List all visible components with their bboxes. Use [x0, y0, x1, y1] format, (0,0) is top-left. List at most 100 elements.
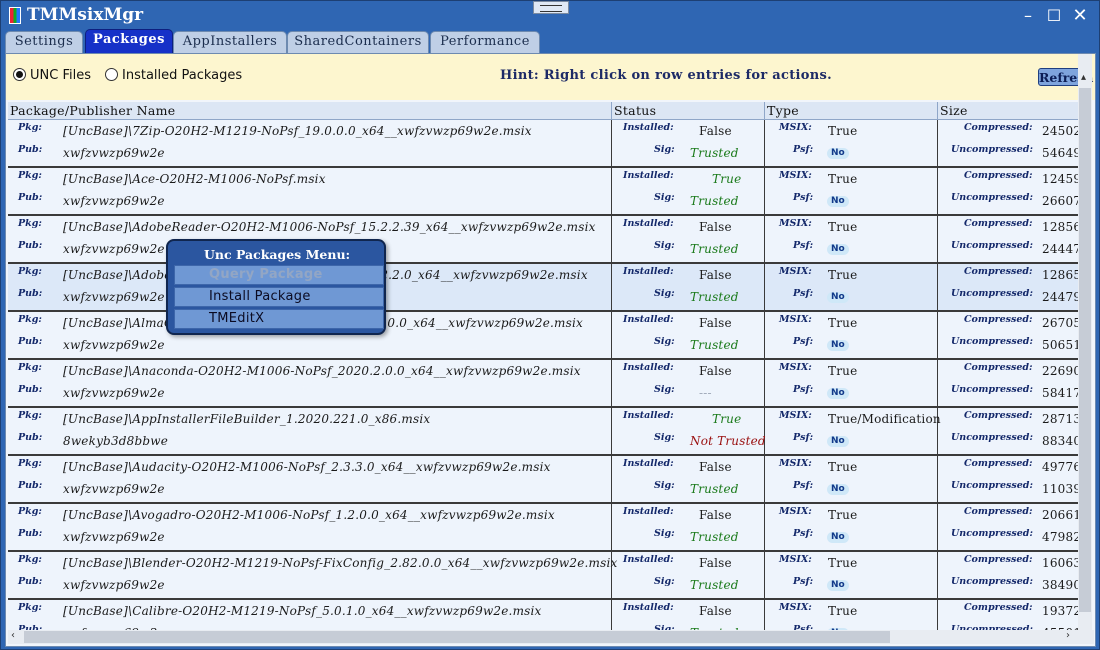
- table-row[interactable]: Pkg: [UncBase]\Audacity-O20H2-M1006-NoPsf…: [8, 456, 1080, 504]
- sig-label: Sig:: [654, 192, 675, 203]
- tab-packages[interactable]: Packages: [85, 29, 173, 53]
- cell-type[interactable]: MSIX:TruePsf:No: [765, 120, 938, 166]
- cell-type[interactable]: MSIX:TruePsf:No: [765, 216, 938, 262]
- table-row[interactable]: Pkg: [UncBase]\Blender-O20H2-M1219-NoPsf-…: [8, 552, 1080, 600]
- radio-selected-icon[interactable]: [13, 68, 26, 81]
- cell-status[interactable]: Installed:FalseSig:Trusted: [612, 552, 765, 598]
- vertical-scroll-thumb[interactable]: [1079, 88, 1091, 612]
- table-row[interactable]: Pkg: [UncBase]\Ace-O20H2-M1006-NoPsf.msix…: [8, 168, 1080, 216]
- col-header-status[interactable]: Status: [612, 102, 765, 120]
- cell-status[interactable]: Installed:FalseSig:Trusted: [612, 600, 765, 630]
- compressed-label: Compressed:: [964, 170, 1033, 181]
- cell-package-name[interactable]: Pkg: [UncBase]\Audacity-O20H2-M1006-NoPsf…: [8, 456, 612, 502]
- pkg-label: Pkg:: [18, 506, 42, 517]
- cell-type[interactable]: MSIX:TruePsf:No: [765, 552, 938, 598]
- cell-size[interactable]: Compressed: 20661 Uncompressed: 47982: [938, 504, 1080, 550]
- pub-label: Pub:: [18, 288, 43, 299]
- radio-unc-files[interactable]: UNC Files: [13, 68, 91, 86]
- cell-type[interactable]: MSIX:TruePsf:No: [765, 168, 938, 214]
- cell-status[interactable]: Installed:FalseSig:Trusted: [612, 456, 765, 502]
- horizontal-scroll-thumb[interactable]: [24, 631, 890, 643]
- cell-package-name[interactable]: Pkg: [UncBase]\Calibre-O20H2-M1219-NoPsf_…: [8, 600, 612, 630]
- context-menu-title: Unc Packages Menu:: [204, 247, 351, 262]
- psf-badge: No: [827, 340, 849, 351]
- packages-grid: Package/Publisher Name Status Type Size …: [8, 102, 1094, 630]
- cell-package-name[interactable]: Pkg: [UncBase]\Anaconda-O20H2-M1006-NoPsf…: [8, 360, 612, 406]
- tab-settings[interactable]: Settings: [5, 31, 83, 53]
- cell-type[interactable]: MSIX:TruePsf:No: [765, 264, 938, 310]
- cell-size[interactable]: Compressed: 160634 Uncompressed: 384901: [938, 552, 1080, 598]
- title-bar[interactable]: TMMsixMgr – ☐ ✕: [1, 1, 1099, 31]
- cell-status[interactable]: Installed:FalseSig:Trusted: [612, 120, 765, 166]
- col-header-name[interactable]: Package/Publisher Name: [8, 102, 612, 120]
- cell-type[interactable]: MSIX: True/Modification Psf: No: [765, 408, 941, 454]
- cell-size[interactable]: Compressed: 28713 Uncompressed: 88340: [938, 408, 1080, 454]
- col-header-size[interactable]: Size: [938, 102, 1080, 120]
- menu-item-tmeditx[interactable]: TMEditX: [174, 309, 384, 329]
- table-row[interactable]: Pkg: [UncBase]\AppInstallerFileBuilder_1.…: [8, 408, 1080, 456]
- tab-performance[interactable]: Performance: [430, 31, 540, 53]
- pub-label: Pub:: [18, 480, 43, 491]
- cell-type[interactable]: MSIX:TruePsf:No: [765, 312, 938, 358]
- maximize-button[interactable]: ☐: [1043, 6, 1065, 26]
- minimize-button[interactable]: –: [1017, 6, 1039, 26]
- cell-status[interactable]: Installed: True Sig: Not Trusted: [612, 408, 766, 454]
- cell-size[interactable]: Compressed: 12459 Uncompressed: 26607: [938, 168, 1080, 214]
- cell-package-name[interactable]: Pkg: [UncBase]\Avogadro-O20H2-M1006-NoPsf…: [8, 504, 612, 550]
- msix-value: True: [828, 364, 858, 378]
- installed-label: Installed:: [623, 410, 674, 421]
- radio-unselected-icon[interactable]: [105, 68, 118, 81]
- scroll-right-icon[interactable]: ›: [1066, 630, 1070, 641]
- table-row[interactable]: Pkg: [UncBase]\Calibre-O20H2-M1219-NoPsf_…: [8, 600, 1080, 630]
- cell-status[interactable]: Installed:FalseSig:Trusted: [612, 216, 765, 262]
- package-filename: [UncBase]\Avogadro-O20H2-M1006-NoPsf_1.2…: [63, 508, 555, 522]
- cell-status[interactable]: Installed:FalseSig:Trusted: [612, 504, 765, 550]
- pub-label: Pub:: [18, 384, 43, 395]
- publisher-id: xwfzvwzp69w2e: [63, 290, 165, 304]
- signature-status: Trusted: [690, 290, 739, 304]
- compressed-label: Compressed:: [964, 314, 1033, 325]
- sig-label: Sig:: [654, 432, 675, 443]
- cell-package-name[interactable]: Pkg: [UncBase]\Blender-O20H2-M1219-NoPsf-…: [8, 552, 617, 598]
- cell-size[interactable]: Compressed: 245024 Uncompressed: 546496: [938, 120, 1080, 166]
- app-icon: [9, 7, 21, 24]
- close-button[interactable]: ✕: [1069, 6, 1091, 26]
- cell-type[interactable]: MSIX:TruePsf:No: [765, 600, 938, 630]
- cell-package-name[interactable]: Pkg: [UncBase]\7Zip-O20H2-M1219-NoPsf_19.…: [8, 120, 612, 166]
- horizontal-scrollbar[interactable]: ‹ ›: [8, 630, 1094, 644]
- publisher-id: xwfzvwzp69w2e: [63, 578, 165, 592]
- col-header-type[interactable]: Type: [765, 102, 938, 120]
- tab-appinstallers[interactable]: AppInstallers: [173, 31, 287, 53]
- cell-type[interactable]: MSIX:TruePsf:No: [765, 456, 938, 502]
- menu-item-install-package[interactable]: Install Package: [174, 287, 384, 307]
- cell-status[interactable]: Installed:FalseSig:Trusted: [612, 264, 765, 310]
- cell-size[interactable]: Compressed: 128651 Uncompressed: 244795: [938, 264, 1080, 310]
- installed-value: False: [699, 268, 732, 282]
- publisher-id: xwfzvwzp69w2e: [63, 194, 165, 208]
- cell-size[interactable]: Compressed:193723Uncompressed:455012: [938, 600, 1080, 630]
- scroll-left-icon[interactable]: ‹: [11, 630, 15, 641]
- cell-status[interactable]: Installed: True Sig: Trusted: [612, 168, 765, 214]
- cell-size[interactable]: Compressed: 49776 Uncompressed: 110394: [938, 456, 1080, 502]
- cell-package-name[interactable]: Pkg: [UncBase]\Ace-O20H2-M1006-NoPsf.msix…: [8, 168, 612, 214]
- compressed-size: 49776: [1042, 460, 1080, 474]
- radio-unc-label: UNC Files: [30, 68, 91, 83]
- cell-size[interactable]: Compressed: 226900 Uncompressed: 584172: [938, 360, 1080, 406]
- cell-status[interactable]: Installed:FalseSig:Trusted: [612, 312, 765, 358]
- scroll-up-icon[interactable]: ▴: [1081, 72, 1086, 83]
- drag-grip-icon[interactable]: [533, 1, 569, 14]
- psf-label: Psf:: [793, 144, 814, 155]
- radio-installed-packages[interactable]: Installed Packages: [105, 68, 242, 86]
- table-row[interactable]: Pkg: [UncBase]\Avogadro-O20H2-M1006-NoPsf…: [8, 504, 1080, 552]
- cell-size[interactable]: Compressed: 267051 Uncompressed: 506518: [938, 312, 1080, 358]
- cell-size[interactable]: Compressed: 128564 Uncompressed: 244473: [938, 216, 1080, 262]
- cell-status[interactable]: Installed: False Sig: ---: [612, 360, 765, 406]
- table-row[interactable]: Pkg: [UncBase]\7Zip-O20H2-M1219-NoPsf_19.…: [8, 120, 1080, 168]
- table-row[interactable]: Pkg: [UncBase]\Anaconda-O20H2-M1006-NoPsf…: [8, 360, 1080, 408]
- cell-type[interactable]: MSIX:TruePsf:No: [765, 504, 938, 550]
- menu-item-query-package: Query Package: [174, 265, 384, 285]
- cell-package-name[interactable]: Pkg: [UncBase]\AppInstallerFileBuilder_1.…: [8, 408, 612, 454]
- tab-sharedcontainers[interactable]: SharedContainers: [287, 31, 429, 53]
- cell-type[interactable]: MSIX:TruePsf:No: [765, 360, 938, 406]
- vertical-scrollbar[interactable]: ▴: [1078, 54, 1092, 630]
